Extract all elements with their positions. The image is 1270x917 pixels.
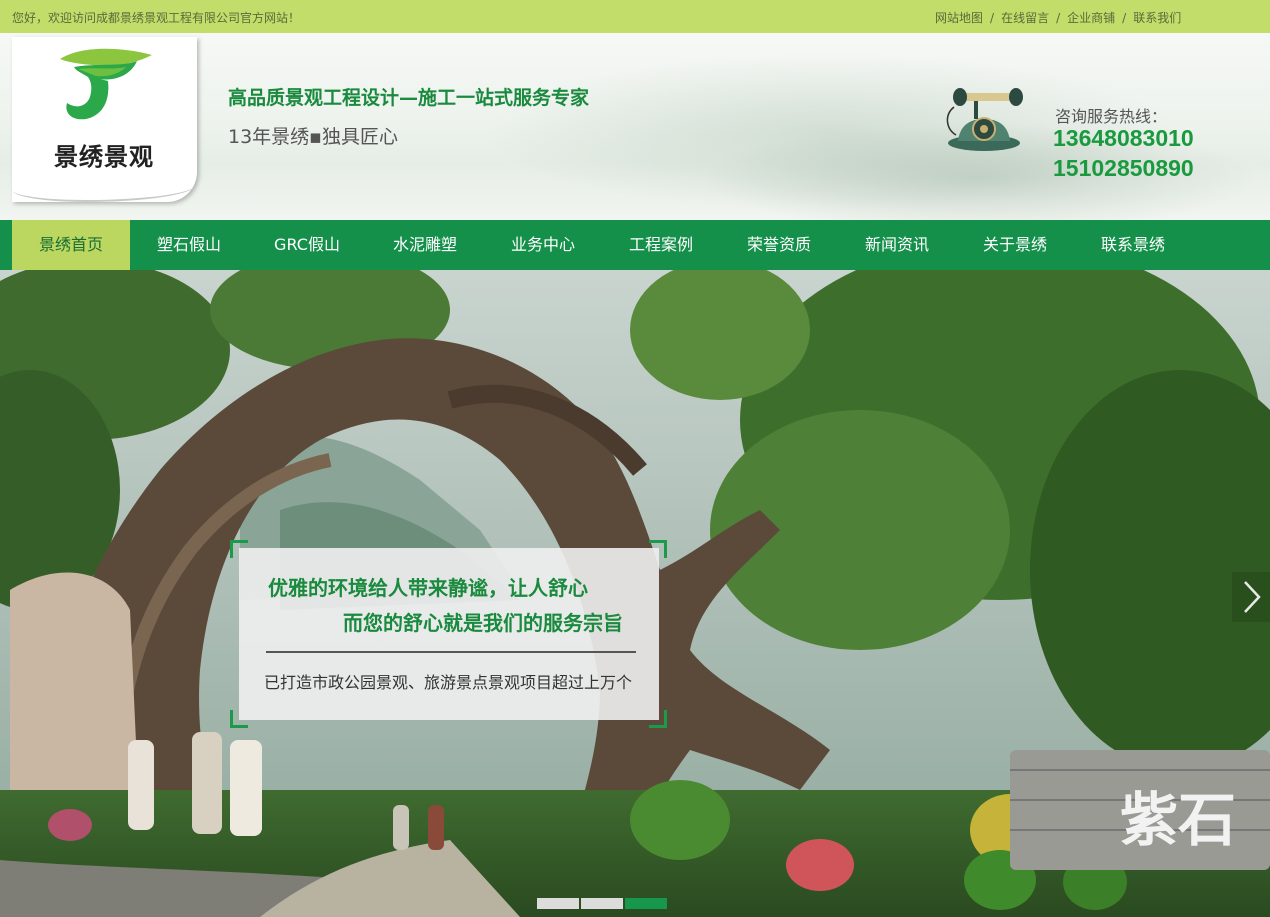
caption-line-2: 而您的舒心就是我们的服务宗旨 xyxy=(343,611,623,635)
leaf-j-logo-icon xyxy=(60,48,152,120)
logo-text: 景绣景观 xyxy=(54,143,154,171)
caption-line-3: 已打造市政公园景观、旅游景点景观项目超过上万个 xyxy=(264,673,633,692)
corner-decoration xyxy=(230,710,248,728)
header: 景绣景观 高品质景观工程设计—施工一站式服务专家 13年景绣▪独具匠心 咨询服务… xyxy=(0,33,1270,220)
nav-cases[interactable]: 工程案例 xyxy=(602,220,720,270)
corner-decoration xyxy=(230,540,248,558)
separator: / xyxy=(1056,11,1061,25)
next-slide-button[interactable] xyxy=(1232,572,1270,622)
top-bar: 您好，欢迎访问成都景绣景观工程有限公司官方网站！ 网站地图 / 在线留言 / 企业商铺 /… xyxy=(0,0,1270,33)
hotline-number: 15102850890 xyxy=(1053,155,1194,181)
separator: / xyxy=(1122,11,1127,25)
nav-sculpture[interactable]: 水泥雕塑 xyxy=(366,220,484,270)
corner-decoration xyxy=(649,710,667,728)
nav-honors[interactable]: 荣誉资质 xyxy=(720,220,838,270)
top-links: 网站地图 / 在线留言 / 企业商铺 / 联系我们 xyxy=(935,9,1181,26)
page-curl xyxy=(12,172,197,202)
chevron-right-icon xyxy=(1244,581,1261,613)
nav-home[interactable]: 景绣首页 xyxy=(12,220,130,270)
hotline-label: 咨询服务热线： xyxy=(1055,107,1168,126)
slide-dot-1[interactable] xyxy=(537,898,579,909)
nav-about[interactable]: 关于景绣 xyxy=(956,220,1074,270)
link-message[interactable]: 在线留言 xyxy=(1001,11,1049,25)
nav-news[interactable]: 新闻资讯 xyxy=(838,220,956,270)
main-nav: 景绣首页 塑石假山 GRC假山 水泥雕塑 业务中心 工程案例 荣誉资质 新闻资讯… xyxy=(0,220,1270,270)
hotline-number: 13648083010 xyxy=(1053,125,1194,151)
caption-divider xyxy=(266,651,636,653)
logo[interactable]: 景绣景观 xyxy=(12,37,197,202)
slide-dot-3[interactable] xyxy=(625,898,667,909)
nav-contact[interactable]: 联系景绣 xyxy=(1074,220,1192,270)
vintage-telephone-icon xyxy=(946,88,1023,151)
corner-decoration xyxy=(649,540,667,558)
nav-rockery[interactable]: 塑石假山 xyxy=(130,220,248,270)
slogan-main: 高品质景观工程设计—施工一站式服务专家 xyxy=(228,87,590,109)
separator: / xyxy=(990,11,995,25)
nav-business[interactable]: 业务中心 xyxy=(484,220,602,270)
welcome-text: 您好，欢迎访问成都景绣景观工程有限公司官方网站！ xyxy=(12,11,301,25)
caption-line-1: 优雅的环境给人带来静谧，让人舒心 xyxy=(268,576,588,600)
link-shop[interactable]: 企业商铺 xyxy=(1067,11,1115,25)
stone-carving-text: 紫石 xyxy=(1120,786,1236,854)
link-sitemap[interactable]: 网站地图 xyxy=(935,11,983,25)
nav-grc[interactable]: GRC假山 xyxy=(248,220,366,270)
slide-dot-2[interactable] xyxy=(581,898,623,909)
slogan-sub: 13年景绣▪独具匠心 xyxy=(228,126,399,148)
link-contact[interactable]: 联系我们 xyxy=(1133,11,1181,25)
